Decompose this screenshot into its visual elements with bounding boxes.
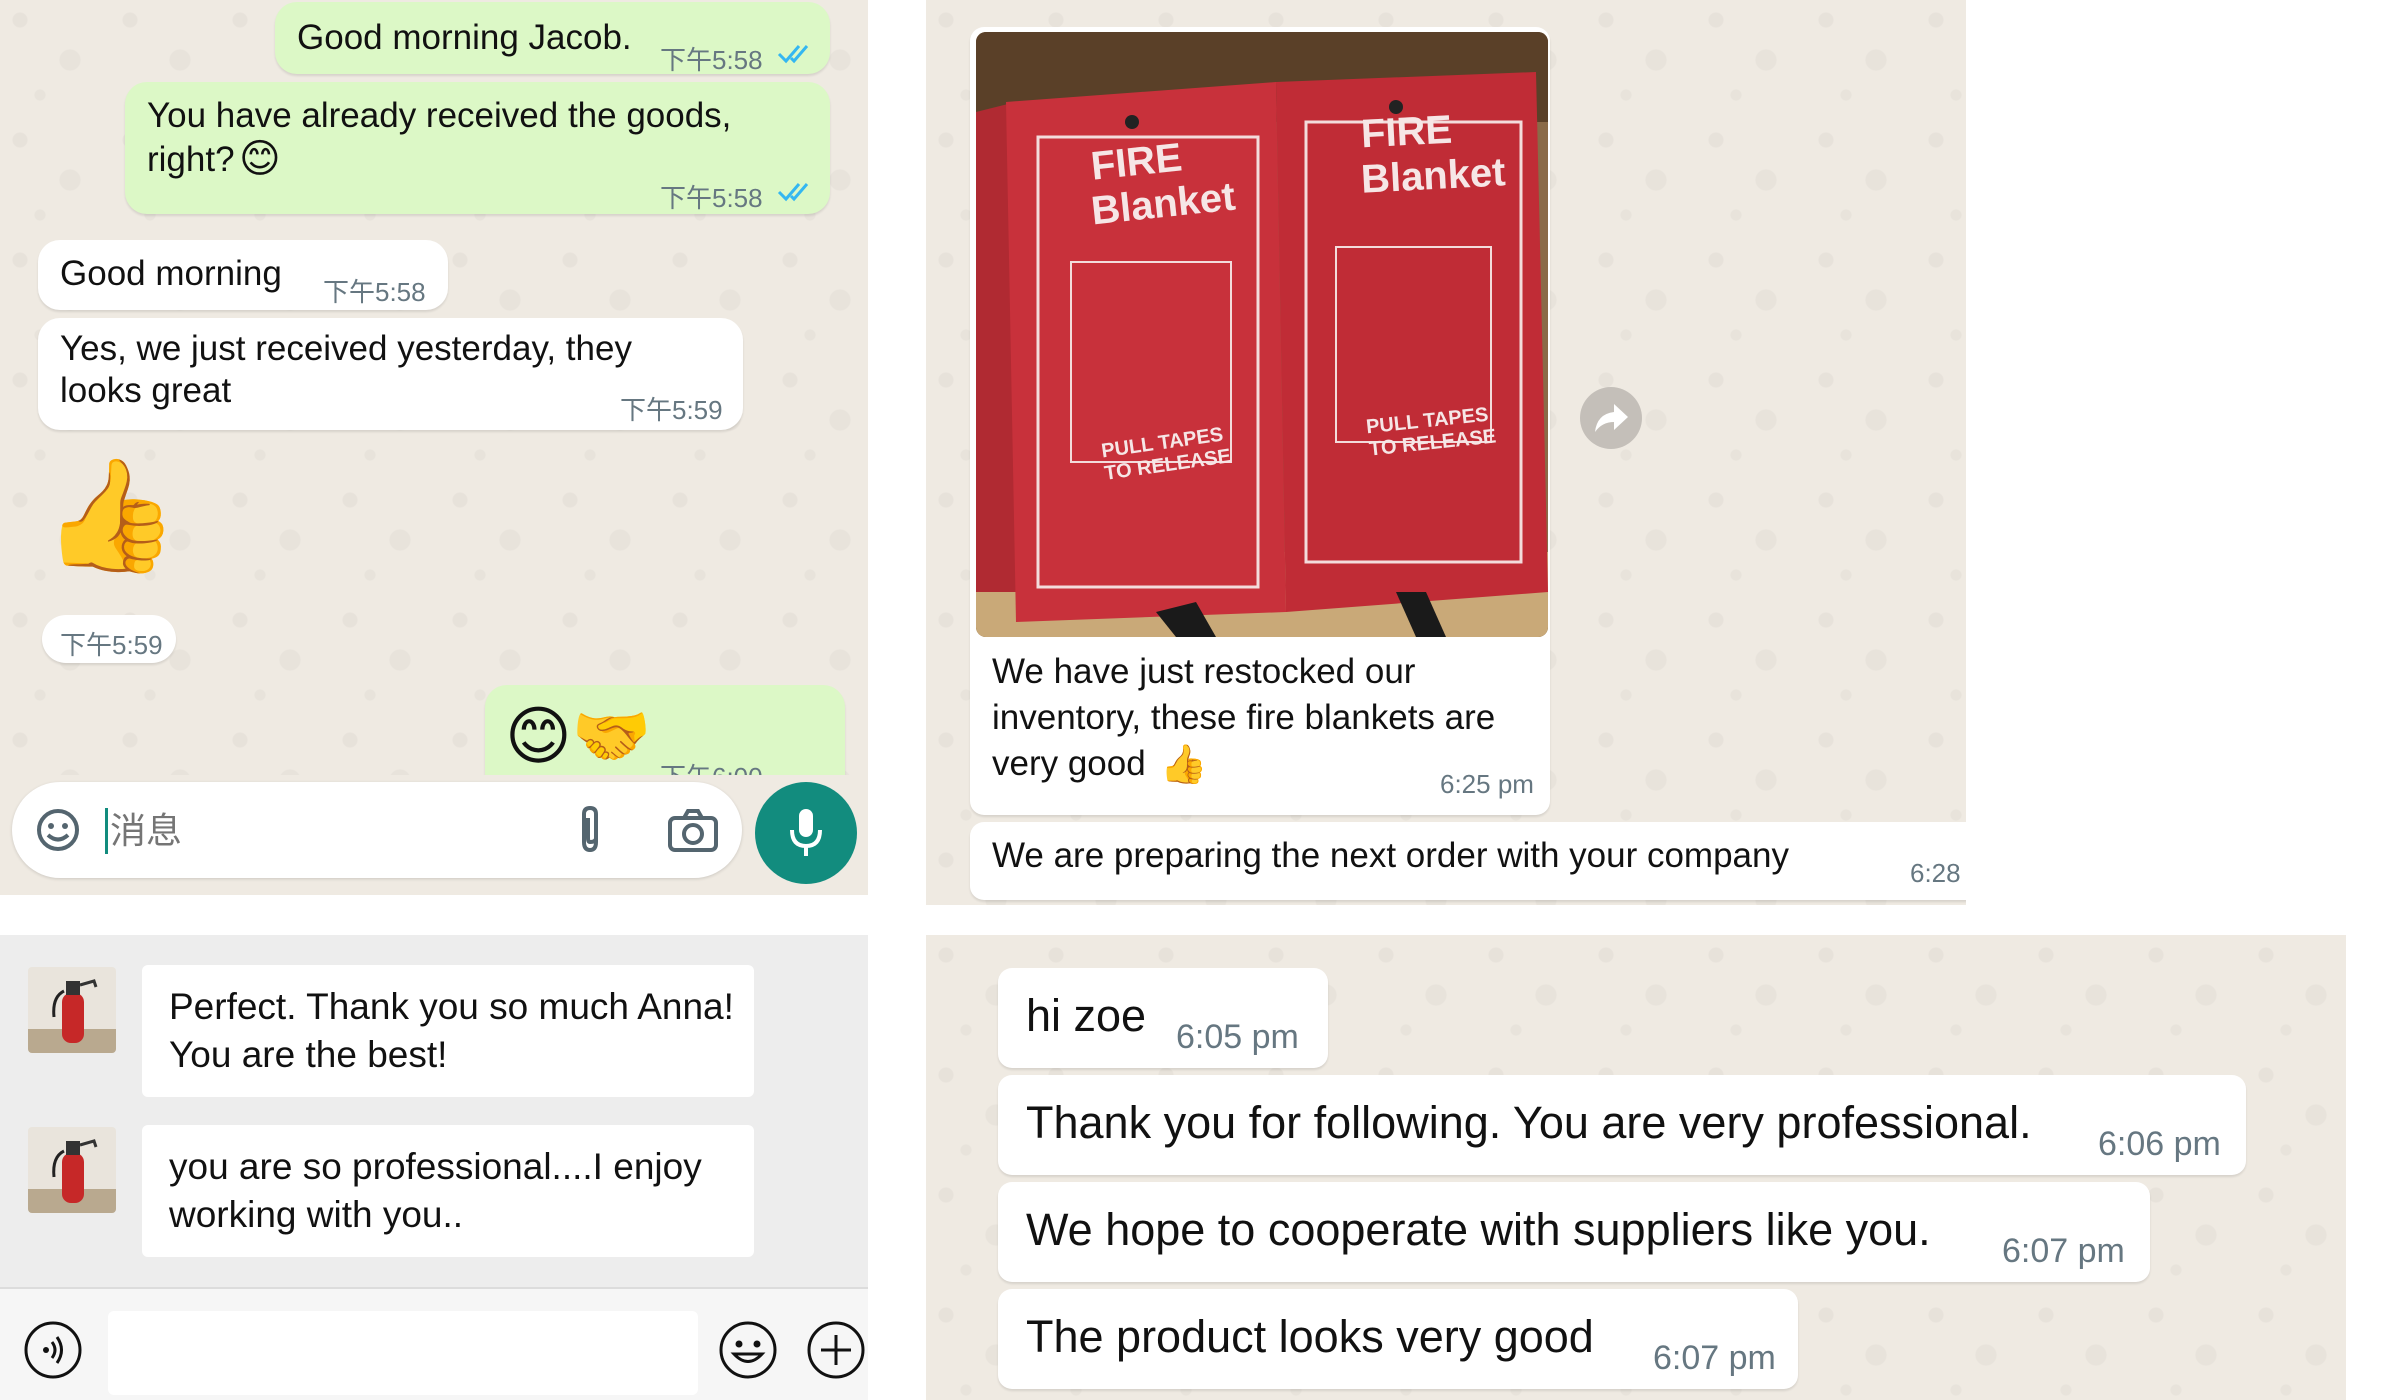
message-bubble-incoming[interactable]: We are preparing the next order with you…: [970, 822, 1966, 900]
message-bubble-incoming[interactable]: Thank you for following. You are very pr…: [998, 1075, 2246, 1175]
voice-icon[interactable]: [22, 1319, 84, 1381]
message-text: You have already received the goods, rig…: [147, 96, 732, 179]
image-caption: We have just restocked our inventory, th…: [992, 652, 1496, 783]
chat-input-bar: [0, 1287, 868, 1400]
read-ticks-icon: [777, 183, 809, 202]
fire-blanket-photo: [976, 32, 1548, 637]
message-bubble-outgoing[interactable]: You have already received the goods, rig…: [125, 82, 830, 214]
message-time: 下午5:58: [323, 277, 426, 307]
message-input-box[interactable]: [12, 782, 742, 878]
message-time: 6:25 pm: [1440, 769, 1534, 799]
thumbs-up-emoji: 👍: [1160, 742, 1208, 786]
message-text: Yes, we just received yesterday, they lo…: [60, 329, 632, 410]
message-text: We are preparing the next order with you…: [992, 836, 1789, 875]
chat-panel-wechat: Perfect. Thank you so much Anna! You are…: [0, 935, 868, 1400]
message-bubble-incoming[interactable]: We hope to cooperate with suppliers like…: [998, 1182, 2150, 1282]
message-bubble-incoming[interactable]: hi zoe 6:05 pm: [998, 968, 1328, 1068]
smile-handshake-emoji: 😊🤝: [505, 700, 652, 774]
message-time: 6:28 pm: [1910, 858, 1966, 888]
message-bubble-incoming[interactable]: Perfect. Thank you so much Anna! You are…: [142, 965, 754, 1097]
chat-text-input[interactable]: [108, 1311, 698, 1395]
product-photo[interactable]: FIRE Blanket FIRE Blanket PULL TAPES TO …: [976, 32, 1548, 637]
message-time: 下午5:59: [60, 630, 163, 660]
message-time: 下午5:59: [620, 395, 723, 425]
avatar[interactable]: [28, 1127, 116, 1213]
message-bubble-incoming[interactable]: The product looks very good 6:07 pm: [998, 1289, 1798, 1389]
blanket-label-blanket: Blanket: [1359, 150, 1507, 202]
message-time: 6:06 pm: [2098, 1125, 2221, 1163]
smiley-icon[interactable]: [717, 1319, 779, 1381]
message-bubble-outgoing[interactable]: Good morning Jacob. 下午5:58: [275, 2, 830, 75]
message-bubble-incoming[interactable]: you are so professional....I enjoy worki…: [142, 1125, 754, 1257]
microphone-icon: [790, 809, 822, 856]
forward-button[interactable]: [1580, 387, 1642, 449]
message-text: Good morning Jacob.: [297, 18, 632, 57]
message-bubble-incoming[interactable]: Yes, we just received yesterday, they lo…: [38, 318, 743, 430]
chat-panel-whatsapp-en: hi zoe 6:05 pm Thank you for following. …: [926, 935, 2346, 1400]
message-text: you are so professional....I enjoy worki…: [169, 1146, 702, 1235]
forward-icon: [1595, 404, 1628, 432]
camera-icon[interactable]: [667, 806, 719, 854]
message-time-pill: 下午5:59: [42, 615, 176, 663]
message-text: Thank you for following. You are very pr…: [1026, 1097, 2032, 1148]
avatar[interactable]: [28, 967, 116, 1053]
message-input[interactable]: [108, 806, 532, 856]
message-text: We hope to cooperate with suppliers like…: [1026, 1204, 1931, 1255]
image-message-bubble[interactable]: FIRE Blanket FIRE Blanket PULL TAPES TO …: [970, 27, 1550, 815]
fire-extinguisher-avatar: [28, 1139, 116, 1213]
read-ticks-icon: [777, 45, 809, 64]
message-time: 6:07 pm: [2002, 1232, 2125, 1270]
message-time: 下午5:58: [660, 183, 763, 213]
message-time: 6:05 pm: [1176, 1018, 1299, 1056]
smiling-emoji: 😊: [239, 136, 281, 182]
blanket-label-fire: FIRE: [1359, 107, 1454, 157]
plus-icon[interactable]: [805, 1319, 867, 1381]
thumbs-up-emoji[interactable]: 👍: [42, 455, 179, 575]
message-time: 6:07 pm: [1653, 1339, 1776, 1377]
message-text: Perfect. Thank you so much Anna! You are…: [169, 986, 734, 1075]
message-bubble-incoming[interactable]: Good morning 下午5:58: [38, 240, 448, 310]
message-text: Good morning: [60, 254, 282, 293]
chat-panel-whatsapp-image: FIRE Blanket FIRE Blanket PULL TAPES TO …: [926, 0, 1966, 905]
chat-panel-whatsapp-zh: Good morning Jacob. 下午5:58 You have alre…: [0, 0, 868, 895]
message-text: hi zoe: [1026, 990, 1147, 1041]
fire-extinguisher-avatar: [28, 979, 116, 1053]
message-time: 下午5:58: [660, 45, 763, 75]
paperclip-icon[interactable]: [570, 804, 610, 856]
microphone-button[interactable]: [755, 782, 857, 884]
message-text: The product looks very good: [1026, 1311, 1594, 1362]
sticker-icon[interactable]: [34, 806, 82, 854]
